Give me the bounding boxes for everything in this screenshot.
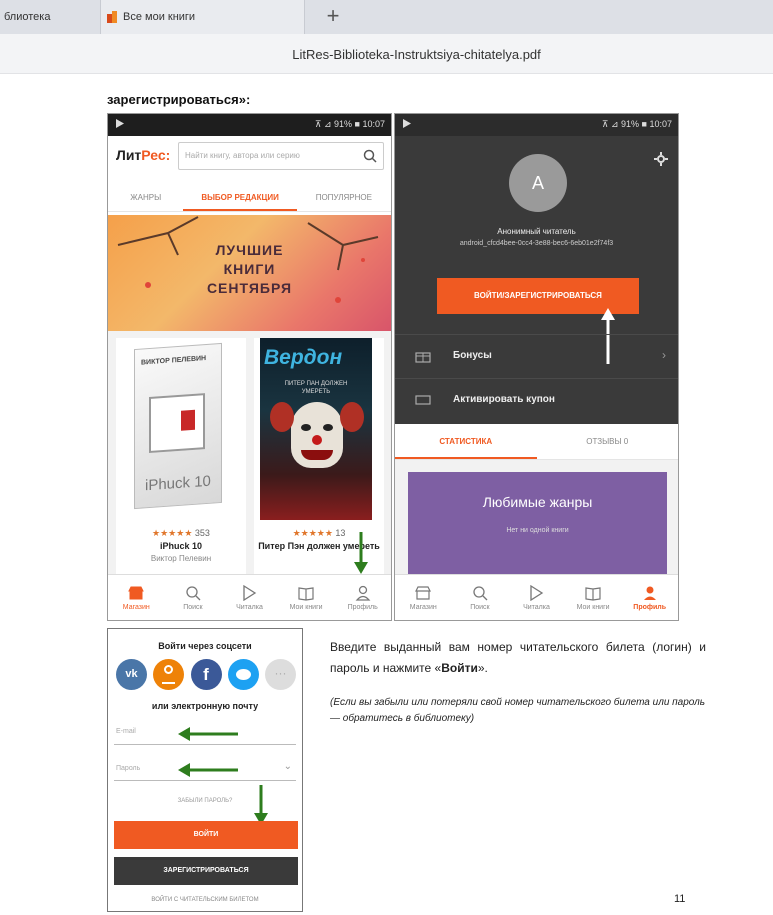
user-icon [355, 585, 371, 601]
avatar[interactable]: A [509, 154, 567, 212]
menu-bonuses[interactable]: Бонусы › [395, 334, 678, 378]
tab-all-my-books-label: Все мои книги [123, 11, 196, 23]
nav-profile[interactable]: Профиль [334, 575, 391, 620]
bottom-nav: Магазин Поиск Читалка Мои книги Профиль [395, 574, 678, 620]
book-title: iPhuck 10 [159, 541, 203, 551]
page-number: 11 [674, 893, 686, 905]
store-icon [415, 585, 432, 600]
store-icon [128, 586, 145, 599]
settings-gear-icon[interactable] [654, 152, 668, 166]
book-icon [585, 586, 601, 601]
store-search-field[interactable]: Найти книгу, автора или серию [178, 142, 384, 170]
library-card-login-link[interactable]: ВОЙТИ С ЧИТАТЕЛЬСКИМ БИЛЕТОМ [108, 897, 302, 903]
status-bar: ⊼ ⊿ 91% ■ 10:07 [108, 114, 391, 136]
arrow-left-icon [178, 763, 238, 777]
card-title: Любимые жанры [482, 494, 593, 510]
coupon-icon [415, 395, 431, 405]
document-title: LitRes-Biblioteka-Instruktsiya-chitately… [292, 47, 541, 62]
social-login-title: Войти через соцсети [158, 641, 252, 651]
clown-face [291, 402, 343, 468]
login-screenshot: Войти через соцсети vk f ··· или электро… [107, 628, 303, 912]
social-buttons: vk f ··· [116, 659, 296, 691]
store-tabs: ЖАНРЫ ВЫБОР РЕДАКЦИИ ПОПУЛЯРНОЕ [108, 186, 391, 212]
arrow-down-icon [254, 785, 268, 825]
chevron-down-icon[interactable]: ⌄ [284, 761, 292, 772]
store-screenshot: ⊼ ⊿ 91% ■ 10:07 ЛитРес: Найти книгу, авт… [107, 113, 392, 621]
status-text: ⊼ ⊿ 91% ■ 10:07 [314, 119, 385, 129]
search-icon [473, 585, 488, 600]
card-subtitle: Нет ни одной книги [506, 527, 569, 534]
arrow-left-icon [178, 727, 238, 741]
status-icon [116, 119, 124, 128]
tab-library-label: блиотека [4, 11, 51, 23]
book-author: Виктор Пелевин [150, 554, 212, 563]
nav-reader[interactable]: Читалка [221, 575, 278, 620]
profile-tabs: СТАТИСТИКА ОТЗЫВЫ 0 [395, 424, 678, 460]
book-card[interactable]: ВИКТОР ПЕЛЕВИН iPhuck 10 ★★★★★ 353 iPhuc… [116, 338, 246, 574]
tab-popular[interactable]: ПОПУЛЯРНОЕ [297, 186, 391, 211]
register-button[interactable]: ЗАРЕГИСТРИРОВАТЬСЯ [114, 857, 298, 885]
book-rating: ★★★★★ 353 [152, 528, 210, 538]
nav-search[interactable]: Поиск [165, 575, 222, 620]
chevron-right-icon: › [662, 348, 666, 362]
nav-store[interactable]: Магазин [395, 575, 452, 620]
user-label: Анонимный читатель [497, 227, 576, 236]
banner-text: ЛУЧШИЕ КНИГИ СЕНТЯБРЯ [206, 242, 293, 296]
odnoklassniki-icon[interactable] [153, 659, 185, 690]
tab-reviews[interactable]: ОТЗЫВЫ 0 [537, 424, 679, 459]
profile-screenshot: ⊼ ⊿ 91% ■ 10:07 A Анонимный читатель and… [394, 113, 679, 621]
nav-search[interactable]: Поиск [452, 575, 509, 620]
play-icon [530, 584, 544, 601]
nav-my-books[interactable]: Мои книги [565, 575, 622, 620]
nav-profile[interactable]: Профиль [621, 575, 678, 620]
user-icon [643, 586, 656, 600]
new-tab-button[interactable]: + [322, 4, 344, 28]
gift-icon [415, 352, 431, 363]
instruction-text: Введите выданный вам номер читательского… [330, 640, 706, 675]
book-cover: Вердон ПИТЕР ПАН ДОЛЖЕН УМЕРЕТЬ [260, 338, 372, 520]
page-heading: зарегистрироваться»: [107, 92, 251, 107]
tab-statistics[interactable]: СТАТИСТИКА [395, 424, 537, 459]
cover-art [149, 393, 205, 454]
search-placeholder: Найти книгу, автора или серию [185, 151, 300, 160]
user-id: android_cfcd4bee-0cc4-3e88-bec6-6eb01e2f… [459, 240, 614, 247]
tab-genres[interactable]: ЖАНРЫ [108, 186, 183, 211]
book-icon [298, 586, 314, 601]
nav-reader[interactable]: Читалка [508, 575, 565, 620]
instruction-note: (Если вы забыли или потеряли свой номер … [330, 697, 706, 724]
play-icon [243, 584, 257, 601]
twitter-icon[interactable] [227, 659, 259, 690]
favorite-genres-card[interactable]: Любимые жанры Нет ни одной книги [408, 472, 667, 576]
status-bar: ⊼ ⊿ 91% ■ 10:07 [395, 114, 678, 136]
tab-library[interactable]: блиотека [0, 0, 100, 34]
email-login-label: или электронную почту [151, 701, 259, 711]
status-icon [403, 119, 411, 128]
menu-activate-coupon[interactable]: Активировать купон [395, 378, 678, 422]
login-button[interactable]: ВОЙТИ [114, 821, 298, 849]
menu-coupon-label: Активировать купон [453, 394, 555, 405]
status-text: ⊼ ⊿ 91% ■ 10:07 [601, 119, 672, 129]
tab-all-my-books[interactable]: Все мои книги [100, 0, 305, 34]
book-cover: ВИКТОР ПЕЛЕВИН iPhuck 10 [134, 342, 222, 510]
forgot-password-link[interactable]: ЗАБЫЛИ ПАРОЛЬ? [108, 798, 302, 804]
litres-logo: ЛитРес: [116, 147, 171, 163]
vk-icon[interactable]: vk [116, 659, 147, 690]
tab-editors-choice[interactable]: ВЫБОР РЕДАКЦИИ [183, 186, 297, 211]
bookmark-icon [107, 11, 119, 23]
menu-bonuses-label: Бонусы [453, 350, 492, 361]
arrow-down-icon [354, 532, 368, 574]
nav-store[interactable]: Магазин [108, 575, 165, 620]
bottom-nav: Магазин Поиск Читалка Мои книги Профиль [108, 574, 391, 620]
promo-banner[interactable]: ЛУЧШИЕ КНИГИ СЕНТЯБРЯ [108, 215, 391, 331]
nav-my-books[interactable]: Мои книги [278, 575, 335, 620]
facebook-icon[interactable]: f [190, 659, 222, 690]
search-icon [186, 585, 201, 600]
search-icon[interactable] [363, 149, 377, 163]
more-icon[interactable]: ··· [265, 659, 296, 690]
